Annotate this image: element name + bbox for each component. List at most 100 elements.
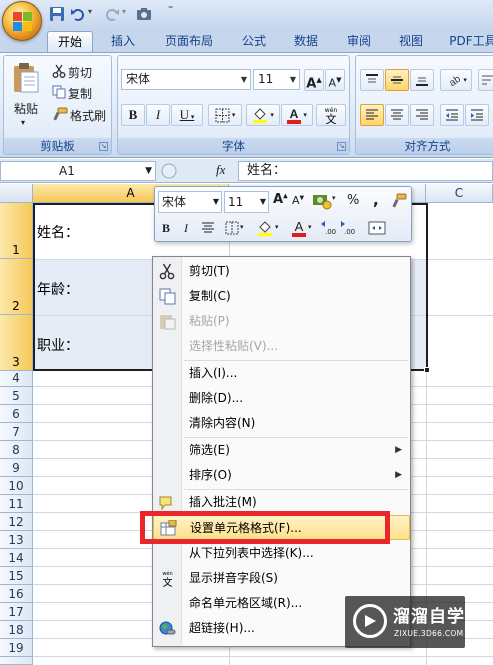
name-box-dropdown-icon[interactable]: ▼ <box>145 162 152 180</box>
tab-insert[interactable]: 插入 <box>101 31 145 52</box>
menu-item-show-phonetic[interactable]: wén 文 显示拼音字段(S) <box>153 566 410 591</box>
redo-icon[interactable] <box>104 6 120 22</box>
mini-fill-color-icon[interactable] <box>257 220 273 236</box>
shrink-font-button[interactable]: A▼ <box>325 69 345 91</box>
menu-item-pick-from-list[interactable]: 从下拉列表中选择(K)... <box>153 541 410 566</box>
chevron-down-icon[interactable]: ▼ <box>238 70 250 89</box>
menu-item-insert[interactable]: 插入(I)... <box>153 361 410 386</box>
mini-italic-button[interactable]: I <box>179 219 193 237</box>
row-header-10[interactable]: 10 <box>0 477 33 495</box>
cell-a2[interactable]: 年龄： <box>37 279 79 299</box>
orientation-button[interactable]: ab ▾ <box>440 69 472 91</box>
chevron-down-icon[interactable]: ▼ <box>287 70 299 89</box>
font-color-button[interactable]: A ▾ <box>281 104 313 126</box>
font-size-combo[interactable]: 11 ▼ <box>253 69 300 90</box>
mini-borders-dropdown-icon[interactable]: ▾ <box>240 223 244 231</box>
mini-font-size-combo[interactable]: 11 ▼ <box>224 191 269 213</box>
align-bottom-button[interactable] <box>410 69 434 91</box>
menu-item-delete[interactable]: 删除(D)... <box>153 386 410 411</box>
align-middle-button[interactable] <box>385 69 409 91</box>
row-header-12[interactable]: 12 <box>0 513 33 531</box>
camera-icon[interactable] <box>136 6 152 22</box>
grow-font-button[interactable]: A▲ <box>304 69 324 91</box>
mini-font-name-combo[interactable]: 宋体 ▼ <box>158 191 222 213</box>
row-header-18[interactable]: 18 <box>0 621 33 639</box>
align-top-button[interactable] <box>360 69 384 91</box>
italic-button[interactable]: I <box>146 104 170 126</box>
row-header-5[interactable]: 5 <box>0 387 33 405</box>
mini-center-align-icon[interactable] <box>201 221 215 235</box>
wrap-text-button[interactable] <box>478 69 493 91</box>
column-header-c[interactable]: C <box>426 184 493 203</box>
phonetic-button[interactable]: wén 文 <box>316 104 346 126</box>
row-header-16[interactable]: 16 <box>0 585 33 603</box>
row-header-7[interactable]: 7 <box>0 423 33 441</box>
qat-customize-icon[interactable]: ⁼ <box>168 4 173 15</box>
decrease-indent-button[interactable] <box>440 104 464 126</box>
insert-function-button[interactable]: fx <box>216 162 225 178</box>
mini-grow-font-icon[interactable]: A▲ <box>273 192 288 207</box>
paste-icon[interactable] <box>12 62 40 94</box>
row-header-19[interactable]: 19 <box>0 639 33 657</box>
mini-font-color-icon[interactable]: A <box>292 219 306 237</box>
mini-font-color-dropdown-icon[interactable]: ▾ <box>308 223 312 231</box>
select-all-corner[interactable] <box>0 184 33 203</box>
percent-button[interactable]: % <box>347 193 359 208</box>
format-painter-icon[interactable] <box>391 193 407 209</box>
tab-pdf-tools[interactable]: PDF工具 <box>443 31 493 52</box>
tab-formulas[interactable]: 公式 <box>232 31 276 52</box>
align-center-button[interactable] <box>385 104 409 126</box>
tab-data[interactable]: 数据 <box>284 31 328 52</box>
tab-view[interactable]: 视图 <box>389 31 433 52</box>
decrease-decimal-icon[interactable]: .00 <box>340 220 358 236</box>
row-header-17[interactable]: 17 <box>0 603 33 621</box>
row-header-8[interactable]: 8 <box>0 441 33 459</box>
menu-item-sort[interactable]: 排序(O) ▶ <box>153 463 410 488</box>
comma-style-button[interactable]: , <box>373 191 379 209</box>
fill-handle[interactable] <box>424 367 430 373</box>
paste-dropdown-icon[interactable]: ▾ <box>21 118 25 127</box>
copy-button[interactable]: 复制 <box>68 85 92 102</box>
menu-item-paste-special[interactable]: 选择性粘贴(V)... <box>153 334 410 359</box>
menu-item-copy[interactable]: 复制(C) <box>153 284 410 309</box>
row-header-20[interactable] <box>0 657 33 665</box>
collapse-formula-icon[interactable] <box>160 162 178 180</box>
bold-button[interactable]: B <box>121 104 145 126</box>
name-box[interactable]: A1 ▼ <box>0 161 156 181</box>
mini-shrink-font-icon[interactable]: A▼ <box>292 194 304 207</box>
increase-indent-button[interactable] <box>465 104 489 126</box>
cell-a1[interactable]: 姓名： <box>37 222 79 242</box>
undo-icon[interactable] <box>70 6 86 22</box>
merge-center-icon[interactable] <box>368 220 386 236</box>
chevron-down-icon[interactable]: ▼ <box>260 192 266 212</box>
fill-color-button[interactable]: ▾ <box>246 104 280 126</box>
underline-button[interactable]: U ▾ <box>171 104 203 126</box>
row-header-6[interactable]: 6 <box>0 405 33 423</box>
row-header-4[interactable]: 4 <box>0 371 33 387</box>
font-launcher-icon[interactable]: ↘ <box>337 142 346 151</box>
cut-button[interactable]: 剪切 <box>68 64 92 81</box>
formula-input[interactable]: 姓名： <box>238 161 493 181</box>
row-header-3[interactable]: 3 <box>0 315 33 371</box>
redo-dropdown-icon[interactable]: ▾ <box>122 7 126 16</box>
menu-item-cut[interactable]: 剪切(T) <box>153 259 410 284</box>
paste-button[interactable]: 粘贴 <box>14 100 38 117</box>
row-header-2[interactable]: 2 <box>0 259 33 315</box>
row-header-13[interactable]: 13 <box>0 531 33 549</box>
row-header-1[interactable]: 1 <box>0 203 33 259</box>
chevron-down-icon[interactable]: ▼ <box>213 192 219 212</box>
borders-button[interactable]: ▾ <box>208 104 242 126</box>
currency-format-icon[interactable] <box>312 192 332 210</box>
mini-borders-icon[interactable] <box>225 221 239 235</box>
align-left-button[interactable] <box>360 104 384 126</box>
row-header-9[interactable]: 9 <box>0 459 33 477</box>
row-header-14[interactable]: 14 <box>0 549 33 567</box>
row-header-11[interactable]: 11 <box>0 495 33 513</box>
cell-a3[interactable]: 职业： <box>37 335 79 355</box>
office-button[interactable] <box>2 1 42 41</box>
mini-bold-button[interactable]: B <box>159 219 173 237</box>
undo-dropdown-icon[interactable]: ▾ <box>88 7 92 16</box>
format-painter-button[interactable]: 格式刷 <box>70 107 106 124</box>
save-icon[interactable] <box>49 6 65 22</box>
increase-decimal-icon[interactable]: .00 <box>320 220 338 236</box>
